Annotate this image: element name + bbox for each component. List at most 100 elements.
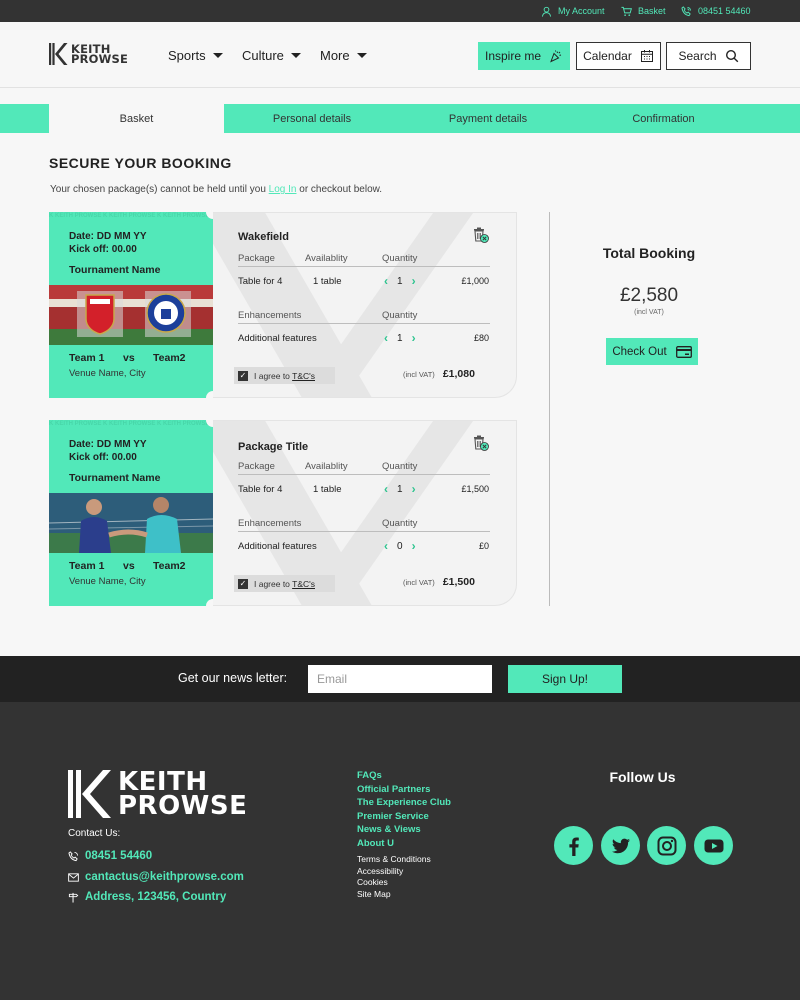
- keith-prowse-logo-mark: [68, 770, 111, 818]
- footer-link-site-map[interactable]: Site Map: [357, 889, 451, 901]
- footer-link-experience-club[interactable]: The Experience Club: [357, 796, 451, 810]
- step-basket[interactable]: Basket: [49, 104, 224, 133]
- newsletter-signup-label: Sign Up!: [541, 672, 589, 686]
- footer-link-faqs[interactable]: FAQs: [357, 769, 451, 783]
- availability-column-label: Availablity: [305, 461, 348, 472]
- footer-link-terms[interactable]: Terms & Conditions: [357, 854, 451, 866]
- chevron-right-icon[interactable]: ›: [412, 539, 416, 553]
- footer-logo[interactable]: KEITH PROWSE: [68, 769, 247, 819]
- youtube-button[interactable]: [694, 826, 733, 865]
- instagram-button[interactable]: [647, 826, 686, 865]
- total-booking-amount: £2,580: [619, 285, 679, 306]
- step-personal-details-label: Personal details: [272, 112, 352, 125]
- nav-culture[interactable]: Culture: [242, 48, 301, 63]
- enhancements-label: Enhancements: [238, 310, 302, 321]
- twitter-button[interactable]: [601, 826, 640, 865]
- venue-name: Venue Name, City: [69, 368, 146, 379]
- step-personal-details[interactable]: Personal details: [224, 104, 400, 133]
- package-column-label: Package: [238, 461, 275, 472]
- checkbox-checked-icon[interactable]: ✓: [238, 370, 248, 381]
- checkout-button[interactable]: Check Out: [606, 338, 698, 365]
- nav-sports[interactable]: Sports: [168, 48, 223, 63]
- chevron-right-icon[interactable]: ›: [412, 331, 416, 345]
- chevron-left-icon[interactable]: ‹: [384, 274, 388, 288]
- vat-note: (incl VAT): [403, 578, 435, 587]
- step-confirmation[interactable]: Confirmation: [576, 104, 751, 133]
- footer-email[interactable]: cantactus@keithprowse.com: [68, 871, 244, 883]
- calendar-button[interactable]: Calendar: [576, 42, 661, 70]
- footer-link-premier-service[interactable]: Premier Service: [357, 810, 451, 824]
- footer-links: FAQs Official Partners The Experience Cl…: [357, 769, 451, 901]
- package-quantity-value: 1: [397, 275, 403, 287]
- chevron-left-icon[interactable]: ‹: [384, 331, 388, 345]
- package-details: Wakefield Package Availablity Quantity T…: [213, 212, 517, 398]
- facebook-button[interactable]: [554, 826, 593, 865]
- terms-agreement[interactable]: ✓ I agree to T&C's: [234, 575, 335, 592]
- step-basket-label: Basket: [119, 112, 154, 125]
- facebook-icon: [568, 837, 579, 856]
- envelope-icon: [68, 872, 79, 882]
- package-total: (incl VAT) £1,500: [403, 576, 475, 588]
- chevron-right-icon[interactable]: ›: [412, 274, 416, 288]
- footer-link-cookies[interactable]: Cookies: [357, 877, 451, 889]
- search-button[interactable]: Search: [666, 42, 751, 70]
- booking-card: K KEITH PROWSE K KEITH PROWSE K KEITH PR…: [49, 205, 517, 405]
- nav-more[interactable]: More: [320, 48, 367, 63]
- logo-text: KEITH PROWSE: [71, 43, 129, 66]
- basket-link[interactable]: Basket: [621, 0, 666, 22]
- calendar-label: Calendar: [583, 49, 632, 63]
- remove-icon[interactable]: [472, 226, 490, 244]
- calendar-icon: [640, 50, 653, 62]
- footer-link-official-partners[interactable]: Official Partners: [357, 783, 451, 797]
- event-image: [49, 493, 213, 553]
- footer-link-news-views[interactable]: News & Views: [357, 823, 451, 837]
- terms-text: I agree to T&C's: [254, 371, 315, 381]
- tournament-name: Tournament Name: [69, 264, 161, 276]
- inspire-me-label: Inspire me: [484, 49, 542, 63]
- enhancement-name: Additional features: [238, 541, 317, 552]
- signpost-icon: [68, 892, 79, 903]
- event-date-text: Date: DD MM YY: [69, 439, 147, 450]
- availability-value: 1 table: [313, 276, 342, 287]
- terms-agreement[interactable]: ✓ I agree to T&C's: [234, 367, 335, 384]
- terms-link[interactable]: T&C's: [292, 579, 315, 589]
- event-date-text: Date: DD MM YY: [69, 231, 147, 242]
- package-total: (incl VAT) £1,080: [403, 368, 475, 380]
- site-logo[interactable]: KEITH PROWSE: [49, 43, 128, 65]
- checkout-label: Check Out: [612, 345, 667, 358]
- package-title: Package Title: [238, 441, 309, 453]
- nav-more-label: More: [320, 48, 350, 63]
- terms-link[interactable]: T&C's: [292, 371, 315, 381]
- package-price: £1,000: [461, 276, 489, 286]
- inspire-me-button[interactable]: Inspire me: [478, 42, 570, 70]
- chevron-right-icon[interactable]: ›: [412, 482, 416, 496]
- chevron-left-icon[interactable]: ‹: [384, 539, 388, 553]
- chevron-down-icon: [356, 53, 367, 58]
- footer-phone[interactable]: 08451 54460: [68, 850, 152, 862]
- divider: [238, 266, 490, 267]
- user-icon: [541, 6, 552, 17]
- step-payment-details[interactable]: Payment details: [400, 104, 576, 133]
- logo-line-2: PROWSE: [71, 52, 129, 66]
- package-name: Table for 4: [238, 484, 283, 495]
- phone-number: 08451 54460: [698, 6, 751, 16]
- footer-link-about[interactable]: About U: [357, 837, 451, 851]
- my-account-link[interactable]: My Account: [541, 0, 605, 22]
- party-popper-icon: [550, 50, 562, 63]
- event-ticket: K KEITH PROWSE K KEITH PROWSE K KEITH PR…: [49, 212, 213, 398]
- checkbox-checked-icon[interactable]: ✓: [238, 578, 248, 589]
- nav-sports-label: Sports: [168, 48, 206, 63]
- login-link[interactable]: Log In: [269, 184, 297, 195]
- intro-after: or checkout below.: [296, 184, 383, 195]
- remove-icon[interactable]: [472, 434, 490, 452]
- chevron-down-icon: [212, 53, 223, 58]
- phone-link[interactable]: 08451 54460: [681, 0, 751, 22]
- newsletter-signup-button[interactable]: Sign Up!: [508, 665, 622, 693]
- newsletter-email-input[interactable]: [308, 665, 492, 693]
- footer-link-accessibility[interactable]: Accessibility: [357, 866, 451, 878]
- versus-label: vs: [123, 560, 135, 572]
- package-total-amount: £1,500: [442, 576, 475, 588]
- footer-address: Address, 123456, Country: [68, 891, 226, 903]
- chevron-left-icon[interactable]: ‹: [384, 482, 388, 496]
- contact-label: Contact Us:: [68, 828, 121, 839]
